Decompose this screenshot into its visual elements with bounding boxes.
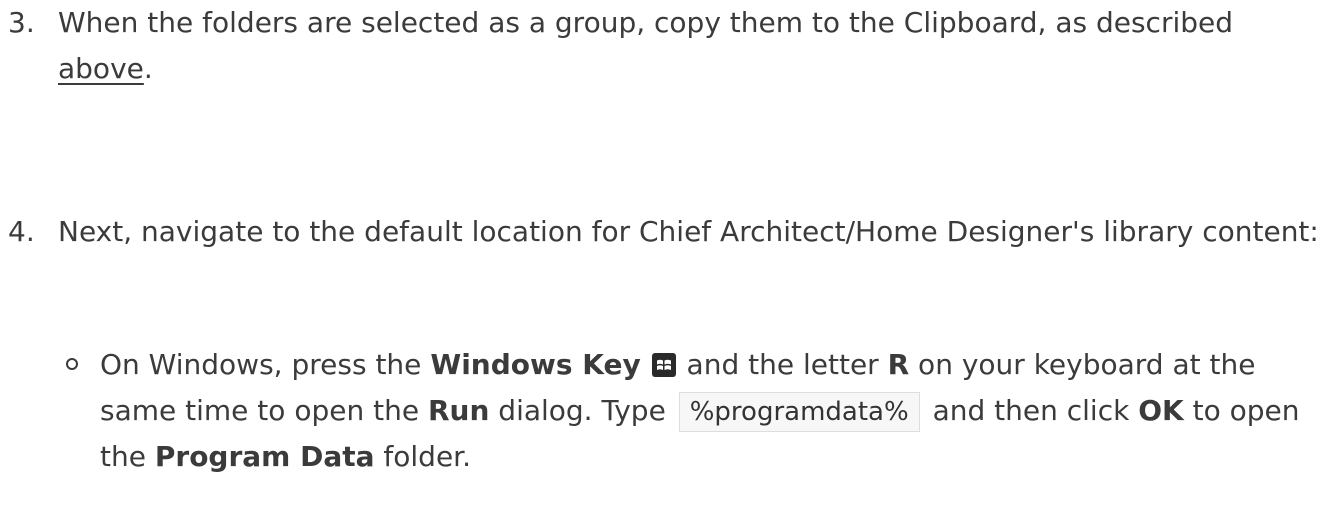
bullet-icon: [66, 358, 78, 370]
text-run: and then click: [923, 394, 1139, 427]
bullet-text: On Windows, press the Windows Key and th…: [100, 342, 1316, 480]
program-data-label: Program Data: [154, 440, 375, 473]
step-4-text: Next, navigate to the default location f…: [58, 215, 1319, 248]
step-number: 4.: [8, 215, 35, 248]
text-run: On Windows, press the: [100, 348, 431, 381]
r-key-label: R: [887, 348, 910, 381]
step-text: When the folders are selected as a group…: [58, 0, 1336, 92]
step-3-text: When the folders are selected as a group…: [58, 6, 1234, 39]
ok-label: OK: [1138, 394, 1184, 427]
text-run: folder.: [374, 440, 472, 473]
run-dialog-label: Run: [427, 394, 490, 427]
text-run: and the letter: [677, 348, 888, 381]
programdata-code: %programdata%: [678, 392, 920, 432]
step-3-period: .: [143, 52, 153, 85]
text-run: dialog. Type: [489, 394, 675, 427]
windows-key-icon: [651, 345, 676, 377]
step-number: 3.: [8, 6, 35, 39]
above-link[interactable]: above: [58, 52, 144, 85]
windows-key-label: Windows Key: [430, 348, 641, 381]
